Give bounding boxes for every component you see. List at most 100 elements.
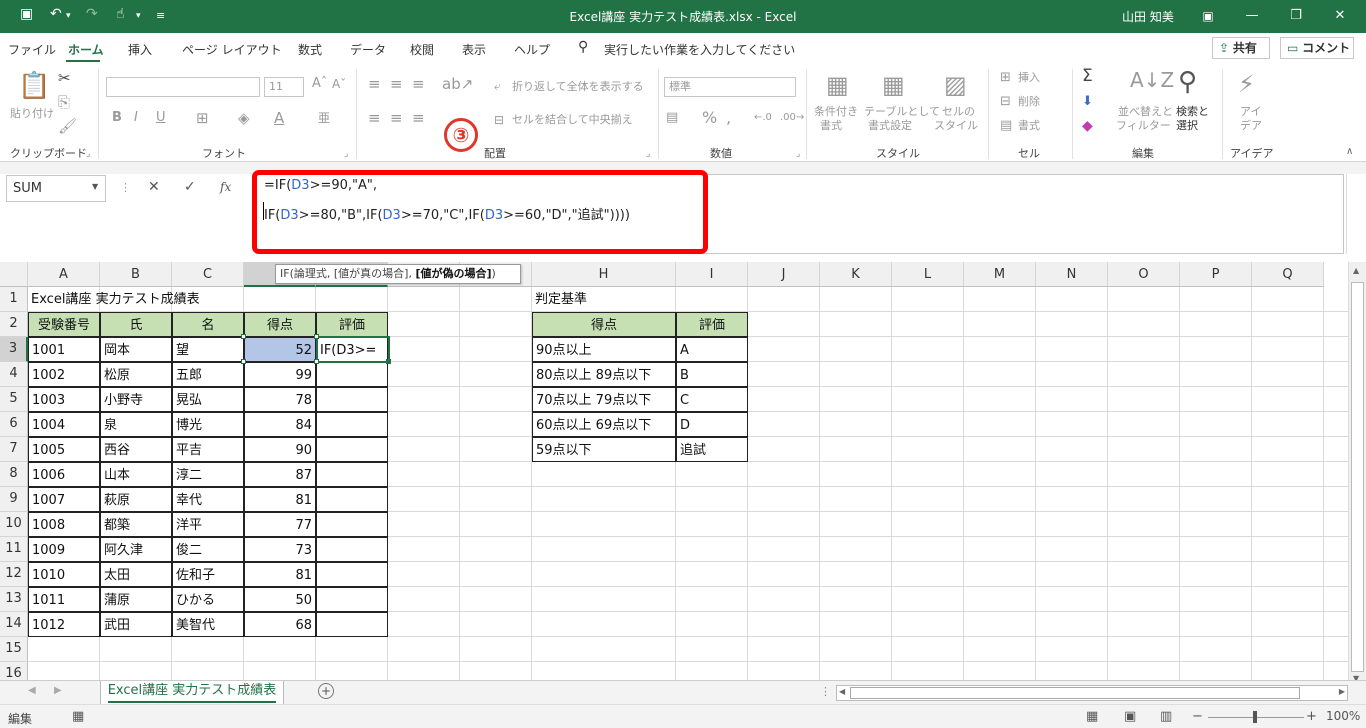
wrap-text-button[interactable]: 折り返して全体を表示する xyxy=(512,80,644,94)
column-header-n[interactable]: N xyxy=(1036,262,1108,287)
table-cell[interactable]: 1002 xyxy=(28,362,100,387)
column-header-p[interactable]: P xyxy=(1180,262,1252,287)
ideas-label-2[interactable]: デア xyxy=(1240,119,1262,133)
ideas-label-1[interactable]: アイ xyxy=(1240,105,1261,119)
conditional-format-icon[interactable]: ▦ xyxy=(826,71,849,99)
page-layout-view-icon[interactable]: ▣ xyxy=(1124,709,1136,724)
align-left-icon[interactable]: ≡ xyxy=(368,109,381,127)
restore-button[interactable]: ❐ xyxy=(1276,4,1316,28)
tab-review[interactable]: 校閲 xyxy=(410,41,434,58)
conditional-format-label-2[interactable]: 書式 xyxy=(820,119,842,133)
table-header-cell[interactable]: 得点 xyxy=(244,312,316,337)
table-cell[interactable]: 1010 xyxy=(28,562,100,587)
criteria-cell[interactable]: C xyxy=(676,387,748,412)
table-cell[interactable]: 1011 xyxy=(28,587,100,612)
tab-page-layout[interactable]: ページ レイアウト xyxy=(182,41,282,58)
column-header-i[interactable]: I xyxy=(676,262,748,287)
table-cell[interactable]: 84 xyxy=(244,412,316,437)
table-cell[interactable]: 萩原 xyxy=(100,487,172,512)
scroll-up-icon[interactable]: ▲ xyxy=(1353,266,1359,275)
row-header-4[interactable]: 4 xyxy=(0,362,28,387)
grade-cell[interactable] xyxy=(316,587,388,612)
grade-cell[interactable] xyxy=(316,487,388,512)
table-cell[interactable]: 87 xyxy=(244,462,316,487)
table-cell[interactable]: 平吉 xyxy=(172,437,244,462)
horizontal-scroll-thumb[interactable] xyxy=(850,687,1300,699)
zoom-slider-thumb[interactable] xyxy=(1253,711,1257,723)
grade-cell[interactable] xyxy=(316,412,388,437)
criteria-cell[interactable]: B xyxy=(676,362,748,387)
table-cell[interactable]: 1007 xyxy=(28,487,100,512)
column-header-h[interactable]: H xyxy=(532,262,676,287)
merge-icon[interactable]: ⊟ xyxy=(494,111,504,129)
table-cell[interactable]: 望 xyxy=(172,337,244,362)
criteria-cell[interactable]: 90点以上 xyxy=(532,337,676,362)
font-size-box[interactable]: 11 xyxy=(264,77,304,97)
table-cell[interactable]: 小野寺 xyxy=(100,387,172,412)
font-name-box[interactable] xyxy=(106,77,260,97)
column-header-b[interactable]: B xyxy=(100,262,172,287)
sheet-title-cell[interactable]: Excel講座 実力テスト成績表 xyxy=(28,287,203,312)
row-header-10[interactable]: 10 xyxy=(0,512,28,537)
column-header-c[interactable]: C xyxy=(172,262,244,287)
tell-me-input[interactable]: 実行したい作業を入力してください xyxy=(604,41,795,58)
grade-cell[interactable] xyxy=(316,562,388,587)
tab-file[interactable]: ファイル xyxy=(8,41,56,58)
table-cell[interactable]: 1012 xyxy=(28,612,100,637)
format-cells-label[interactable]: 書式 xyxy=(1018,119,1040,133)
table-cell[interactable]: 1006 xyxy=(28,462,100,487)
delete-cells-icon[interactable]: ⊟ xyxy=(1000,93,1011,111)
format-as-table-label-1[interactable]: テーブルとして xyxy=(864,105,940,119)
table-cell[interactable]: 淳二 xyxy=(172,462,244,487)
table-cell[interactable]: 阿久津 xyxy=(100,537,172,562)
alignment-launcher-icon[interactable]: ⌟ xyxy=(646,149,650,159)
row-header-14[interactable]: 14 xyxy=(0,612,28,637)
align-middle-icon[interactable]: ≡ xyxy=(390,75,403,93)
table-cell[interactable]: 五郎 xyxy=(172,362,244,387)
cancel-entry-icon[interactable]: ✕ xyxy=(148,179,160,195)
table-cell[interactable]: 幸代 xyxy=(172,487,244,512)
tab-help[interactable]: ヘルプ xyxy=(514,41,550,58)
scroll-right-icon[interactable]: ▶ xyxy=(1339,687,1345,696)
grade-cell[interactable] xyxy=(316,537,388,562)
find-select-icon[interactable]: ⚲ xyxy=(1178,67,1197,97)
ideas-icon[interactable]: ⚡ xyxy=(1238,69,1255,99)
align-center-icon[interactable]: ≡ xyxy=(390,109,403,127)
column-header-o[interactable]: O xyxy=(1108,262,1180,287)
clipboard-launcher-icon[interactable]: ⌟ xyxy=(86,149,90,159)
grade-cell[interactable] xyxy=(316,437,388,462)
grade-cell[interactable] xyxy=(316,462,388,487)
criteria-cell[interactable]: D xyxy=(676,412,748,437)
cell-styles-icon[interactable]: ▨ xyxy=(944,71,967,99)
phonetic-icon[interactable]: 亜 xyxy=(318,109,330,127)
column-header-a[interactable]: A xyxy=(28,262,100,287)
ribbon-display-icon[interactable]: ▣ xyxy=(1188,4,1228,28)
table-cell[interactable]: 武田 xyxy=(100,612,172,637)
tab-insert[interactable]: 挿入 xyxy=(128,41,152,58)
insert-cells-label[interactable]: 挿入 xyxy=(1018,71,1040,85)
table-cell[interactable]: 1003 xyxy=(28,387,100,412)
paste-icon[interactable]: 📋 xyxy=(18,71,50,101)
format-cells-icon[interactable]: ▤ xyxy=(1000,117,1012,135)
minimize-button[interactable]: — xyxy=(1232,4,1272,28)
table-cell[interactable]: 1008 xyxy=(28,512,100,537)
align-top-icon[interactable]: ≡ xyxy=(368,75,381,93)
underline-icon[interactable]: U xyxy=(156,109,166,127)
table-cell[interactable]: 俊二 xyxy=(172,537,244,562)
row-header-5[interactable]: 5 xyxy=(0,387,28,412)
table-cell[interactable]: 90 xyxy=(244,437,316,462)
table-cell[interactable]: 佐和子 xyxy=(172,562,244,587)
italic-icon[interactable]: I xyxy=(134,109,138,127)
table-cell[interactable]: 1004 xyxy=(28,412,100,437)
macro-record-icon[interactable]: ▦ xyxy=(72,709,84,724)
formula-bar-scroll[interactable] xyxy=(1346,174,1362,254)
table-cell[interactable]: 78 xyxy=(244,387,316,412)
range-handle[interactable] xyxy=(314,359,319,364)
table-cell[interactable]: 81 xyxy=(244,487,316,512)
vertical-scrollbar[interactable]: ▲ ▼ xyxy=(1348,262,1366,687)
table-cell[interactable]: 博光 xyxy=(172,412,244,437)
row-header-11[interactable]: 11 xyxy=(0,537,28,562)
cell-styles-label-2[interactable]: スタイル xyxy=(934,119,978,133)
zoom-level[interactable]: 100% xyxy=(1326,709,1360,723)
fill-icon[interactable]: ⬇ xyxy=(1082,93,1093,111)
